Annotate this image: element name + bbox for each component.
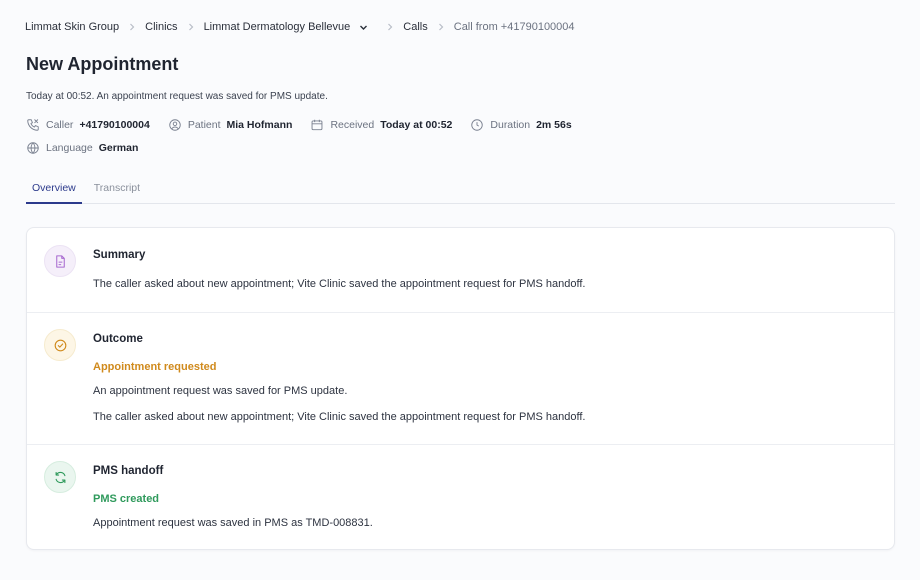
received-label: Received [330,119,375,131]
pms-handoff-section: PMS handoff PMS created Appointment requ… [27,444,894,549]
check-circle-icon [44,329,76,361]
caller-label: Caller [46,119,74,131]
pms-handoff-title: PMS handoff [93,465,164,477]
breadcrumb-clinic-label: Limmat Dermatology Bellevue [203,21,351,33]
breadcrumb-current: Call from +41790100004 [453,21,575,33]
clock-icon [471,119,484,131]
page-subtitle: Today at 00:52. An appointment request w… [26,91,328,102]
outcome-text-1: An appointment request was saved for PMS… [93,385,348,397]
globe-icon [27,142,39,154]
summary-title: Summary [93,249,146,261]
breadcrumb-clinics[interactable]: Clinics [145,21,177,33]
outcome-text-2: The caller asked about new appointment; … [93,411,586,423]
breadcrumb-calls[interactable]: Calls [403,21,427,33]
patient-value: Mia Hofmann [226,119,293,131]
caller-value: +41790100004 [79,119,150,131]
meta-received: Received Today at 00:52 [310,118,452,132]
chevron-right-icon [386,23,394,31]
user-icon [169,119,181,131]
meta-caller: Caller +41790100004 [26,118,150,132]
calendar-icon [312,119,323,131]
patient-label: Patient [187,119,221,131]
language-value: German [98,142,139,154]
breadcrumb: Limmat Skin Group Clinics Limmat Dermato… [25,19,575,35]
overview-card: Summary The caller asked about new appoi… [26,227,895,550]
pms-status: PMS created [93,493,160,505]
pms-text: Appointment request was saved in PMS as … [93,517,373,529]
meta-duration: Duration 2m 56s [470,118,572,132]
duration-value: 2m 56s [536,119,572,131]
meta-patient: Patient Mia Hofmann [168,118,293,132]
breadcrumb-org[interactable]: Limmat Skin Group [25,21,119,33]
outcome-status: Appointment requested [93,361,217,373]
refresh-icon [44,461,76,493]
document-icon [44,245,76,277]
duration-label: Duration [490,119,531,131]
received-value: Today at 00:52 [380,119,453,131]
summary-text: The caller asked about new appointment; … [93,278,586,290]
page-title: New Appointment [26,54,179,74]
tab-overview[interactable]: Overview [26,176,82,204]
summary-section: Summary The caller asked about new appoi… [27,228,894,312]
call-meta-row-language: Language German [26,140,156,156]
chevron-down-icon [360,25,368,30]
meta-language: Language German [26,141,138,155]
chevron-right-icon [128,23,136,31]
outcome-title: Outcome [93,333,143,345]
call-meta-row: Caller +41790100004 Patient Mia Hofmann … [26,117,590,133]
page: Limmat Skin Group Clinics Limmat Dermato… [0,0,920,580]
chevron-right-icon [437,23,445,31]
tab-bar: Overview Transcript [26,176,895,204]
phone-icon [27,119,39,131]
outcome-section: Outcome Appointment requested An appoint… [27,312,894,444]
chevron-right-icon [187,23,195,31]
language-label: Language [46,142,93,154]
breadcrumb-clinic-dropdown[interactable]: Limmat Dermatology Bellevue [204,21,369,33]
tab-transcript[interactable]: Transcript [88,176,146,204]
